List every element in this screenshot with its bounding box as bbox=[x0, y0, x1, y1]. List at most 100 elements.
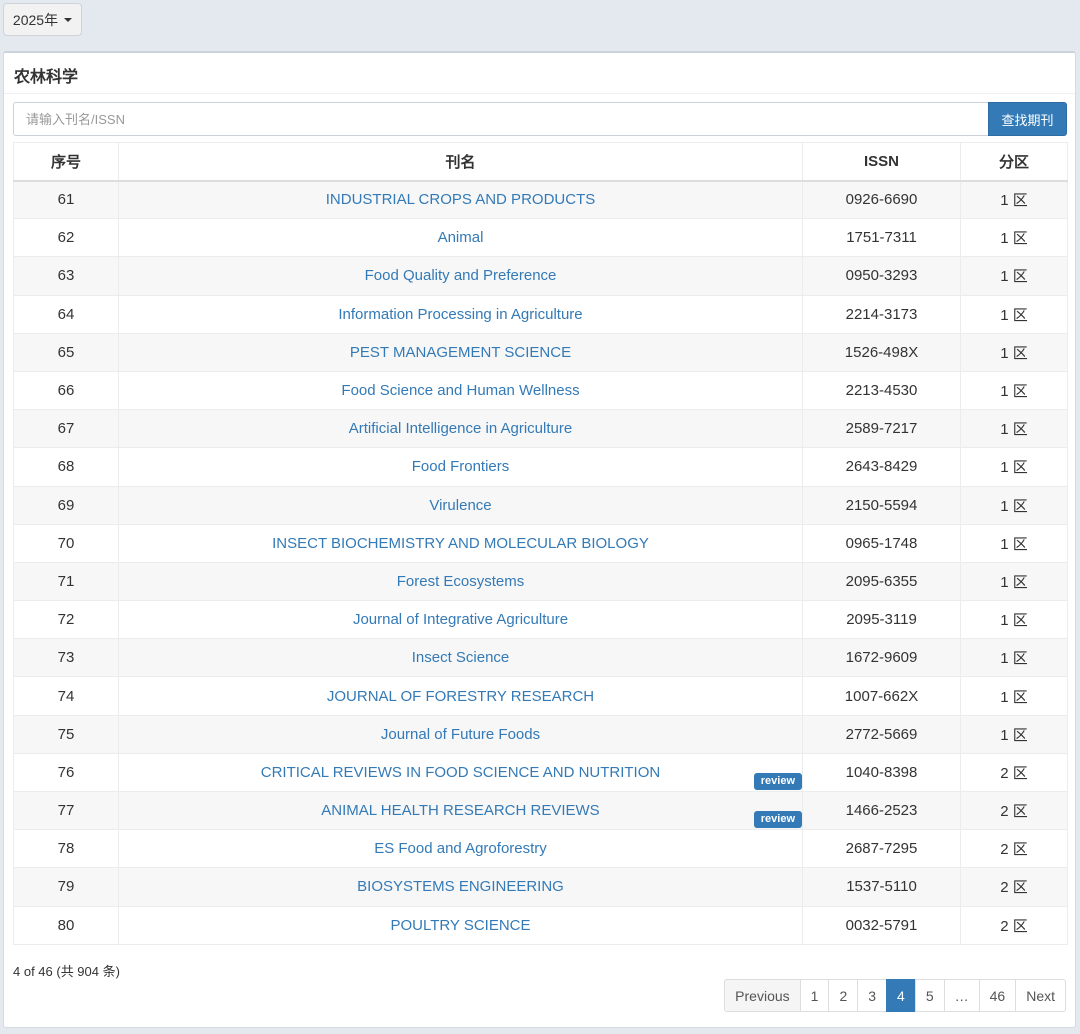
row-issn: 2772-5669 bbox=[802, 714, 961, 754]
row-index: 77 bbox=[13, 790, 119, 831]
table-row: 62 Animal 1751-7311 1 区 bbox=[13, 218, 1068, 258]
row-issn: 0926-6690 bbox=[802, 179, 961, 220]
journal-link[interactable]: POULTRY SCIENCE bbox=[390, 917, 530, 934]
table-row: 63 Food Quality and Preference 0950-3293 1 … bbox=[13, 256, 1068, 296]
row-name-cell: Insect Science bbox=[118, 638, 803, 678]
row-name-cell: Artificial Intelligence in Agriculture bbox=[118, 409, 803, 449]
row-zone: 1 区 bbox=[960, 370, 1068, 411]
row-index: 70 bbox=[13, 523, 119, 563]
pagination-page-3[interactable]: 3 bbox=[857, 979, 888, 1012]
journal-link[interactable]: INSECT BIOCHEMISTRY AND MOLECULAR BIOLOG… bbox=[272, 535, 649, 552]
journal-link[interactable]: Artificial Intelligence in Agriculture bbox=[349, 420, 572, 437]
journal-link[interactable]: ES Food and Agroforestry bbox=[374, 840, 547, 857]
review-badge: review bbox=[753, 773, 802, 790]
table-row: 64 Information Processing in Agriculture 2… bbox=[13, 294, 1068, 334]
row-name-cell: POULTRY SCIENCE bbox=[118, 905, 803, 945]
journal-link[interactable]: Journal of Future Foods bbox=[381, 726, 540, 743]
pagination-previous-button[interactable]: Previous bbox=[724, 979, 801, 1012]
table-row: 71 Forest Ecosystems 2095-6355 1 区 bbox=[13, 561, 1068, 602]
row-name-cell: Virulence bbox=[118, 485, 803, 525]
row-index: 62 bbox=[13, 218, 119, 258]
header-issn: ISSN bbox=[802, 142, 961, 182]
row-zone: 2 区 bbox=[960, 790, 1068, 831]
row-index: 71 bbox=[13, 561, 119, 602]
row-zone: 1 区 bbox=[960, 332, 1068, 372]
row-name-cell: Forest Ecosystems bbox=[118, 561, 803, 602]
row-issn: 1007-662X bbox=[802, 676, 961, 716]
row-name-cell: JOURNAL OF FORESTRY RESEARCH bbox=[118, 676, 803, 716]
row-zone: 1 区 bbox=[960, 714, 1068, 754]
pagination: Previous 1 2 3 4 5… 46 Next bbox=[724, 979, 1066, 1012]
row-index: 79 bbox=[13, 867, 119, 907]
table-row: 66 Food Science and Human Wellness 2213-45… bbox=[13, 370, 1068, 411]
journal-link[interactable]: Information Processing in Agriculture bbox=[338, 306, 582, 323]
pagination-page-1[interactable]: 1 bbox=[799, 979, 830, 1012]
year-dropdown-button[interactable]: 2025年 bbox=[3, 3, 82, 36]
table-row: 77 ANIMAL HEALTH RESEARCH REVIEWS review 14… bbox=[13, 790, 1068, 831]
row-zone: 1 区 bbox=[960, 561, 1068, 602]
row-issn: 2643-8429 bbox=[802, 447, 961, 487]
journal-link[interactable]: Food Frontiers bbox=[412, 458, 510, 475]
row-issn: 0950-3293 bbox=[802, 256, 961, 296]
table-row: 78 ES Food and Agroforestry 2687-7295 2 区 bbox=[13, 829, 1068, 869]
row-name-cell: Food Quality and Preference bbox=[118, 256, 803, 296]
row-zone: 1 区 bbox=[960, 600, 1068, 640]
journal-link[interactable]: Journal of Integrative Agriculture bbox=[353, 611, 568, 628]
journal-link[interactable]: CRITICAL REVIEWS IN FOOD SCIENCE AND NUT… bbox=[261, 764, 660, 781]
journal-link[interactable]: JOURNAL OF FORESTRY RESEARCH bbox=[327, 688, 594, 705]
journal-link[interactable]: Insect Science bbox=[412, 649, 510, 666]
journal-link[interactable]: INDUSTRIAL CROPS AND PRODUCTS bbox=[326, 191, 595, 208]
row-index: 78 bbox=[13, 829, 119, 869]
pagination-page-4[interactable]: 4 bbox=[886, 979, 916, 1012]
row-issn: 2150-5594 bbox=[802, 485, 961, 525]
journal-link[interactable]: Virulence bbox=[429, 497, 491, 514]
journal-link[interactable]: Animal bbox=[438, 229, 484, 246]
journal-link[interactable]: BIOSYSTEMS ENGINEERING bbox=[357, 878, 564, 895]
table-row: 74 JOURNAL OF FORESTRY RESEARCH 1007-662X 1… bbox=[13, 676, 1068, 716]
row-name-cell: ES Food and Agroforestry bbox=[118, 829, 803, 869]
row-name-cell: PEST MANAGEMENT SCIENCE bbox=[118, 332, 803, 372]
row-zone: 2 区 bbox=[960, 829, 1068, 869]
row-zone: 1 区 bbox=[960, 638, 1068, 678]
table-row: 67 Artificial Intelligence in Agriculture… bbox=[13, 409, 1068, 449]
row-index: 69 bbox=[13, 485, 119, 525]
pagination-ellipsis[interactable]: … bbox=[943, 979, 980, 1012]
journal-link[interactable]: ANIMAL HEALTH RESEARCH REVIEWS bbox=[321, 802, 599, 819]
row-zone: 1 区 bbox=[960, 218, 1068, 258]
journal-table: 序号 刊名 ISSN 分区 61 INDUSTRIAL CROPS AND PRO… bbox=[13, 142, 1068, 945]
journal-link[interactable]: Forest Ecosystems bbox=[397, 573, 525, 590]
journal-link[interactable]: Food Science and Human Wellness bbox=[341, 382, 579, 399]
row-index: 73 bbox=[13, 638, 119, 678]
row-name-cell: INDUSTRIAL CROPS AND PRODUCTS bbox=[118, 179, 803, 220]
row-name-cell: Food Science and Human Wellness bbox=[118, 370, 803, 411]
row-name-cell: INSECT BIOCHEMISTRY AND MOLECULAR BIOLOG… bbox=[118, 523, 803, 563]
journal-panel: 农林科学 查找期刊 序号 刊名 ISSN 分区 61 INDUSTRIAL CRO… bbox=[3, 51, 1076, 1028]
row-issn: 2687-7295 bbox=[802, 829, 961, 869]
review-badge: review bbox=[753, 811, 802, 829]
search-input[interactable] bbox=[13, 102, 989, 136]
row-issn: 1672-9609 bbox=[802, 638, 961, 678]
row-zone: 1 区 bbox=[960, 485, 1068, 525]
row-index: 72 bbox=[13, 600, 119, 640]
row-zone: 1 区 bbox=[960, 256, 1068, 296]
row-zone: 1 区 bbox=[960, 409, 1068, 449]
journal-link[interactable]: PEST MANAGEMENT SCIENCE bbox=[350, 344, 571, 361]
title-divider bbox=[4, 93, 1075, 94]
search-button[interactable]: 查找期刊 bbox=[988, 102, 1067, 136]
row-zone: 1 区 bbox=[960, 523, 1068, 563]
pagination-page-2[interactable]: 2 bbox=[828, 979, 859, 1012]
row-issn: 1040-8398 bbox=[802, 752, 961, 793]
row-issn: 0032-5791 bbox=[802, 905, 961, 945]
table-row: 65 PEST MANAGEMENT SCIENCE 1526-498X 1 区 bbox=[13, 332, 1068, 372]
row-issn: 1751-7311 bbox=[802, 218, 961, 258]
row-index: 76 bbox=[13, 752, 119, 793]
row-index: 61 bbox=[13, 179, 119, 220]
pagination-next-button[interactable]: Next bbox=[1015, 979, 1066, 1012]
journal-link[interactable]: Food Quality and Preference bbox=[365, 267, 557, 284]
row-index: 74 bbox=[13, 676, 119, 716]
table-body: 61 INDUSTRIAL CROPS AND PRODUCTS 0926-6690… bbox=[13, 179, 1068, 945]
pagination-page-46[interactable]: 46 bbox=[978, 979, 1017, 1012]
row-issn: 2214-3173 bbox=[802, 294, 961, 334]
pagination-page-5[interactable]: 5 bbox=[914, 979, 945, 1012]
row-issn: 1466-2523 bbox=[802, 790, 961, 831]
